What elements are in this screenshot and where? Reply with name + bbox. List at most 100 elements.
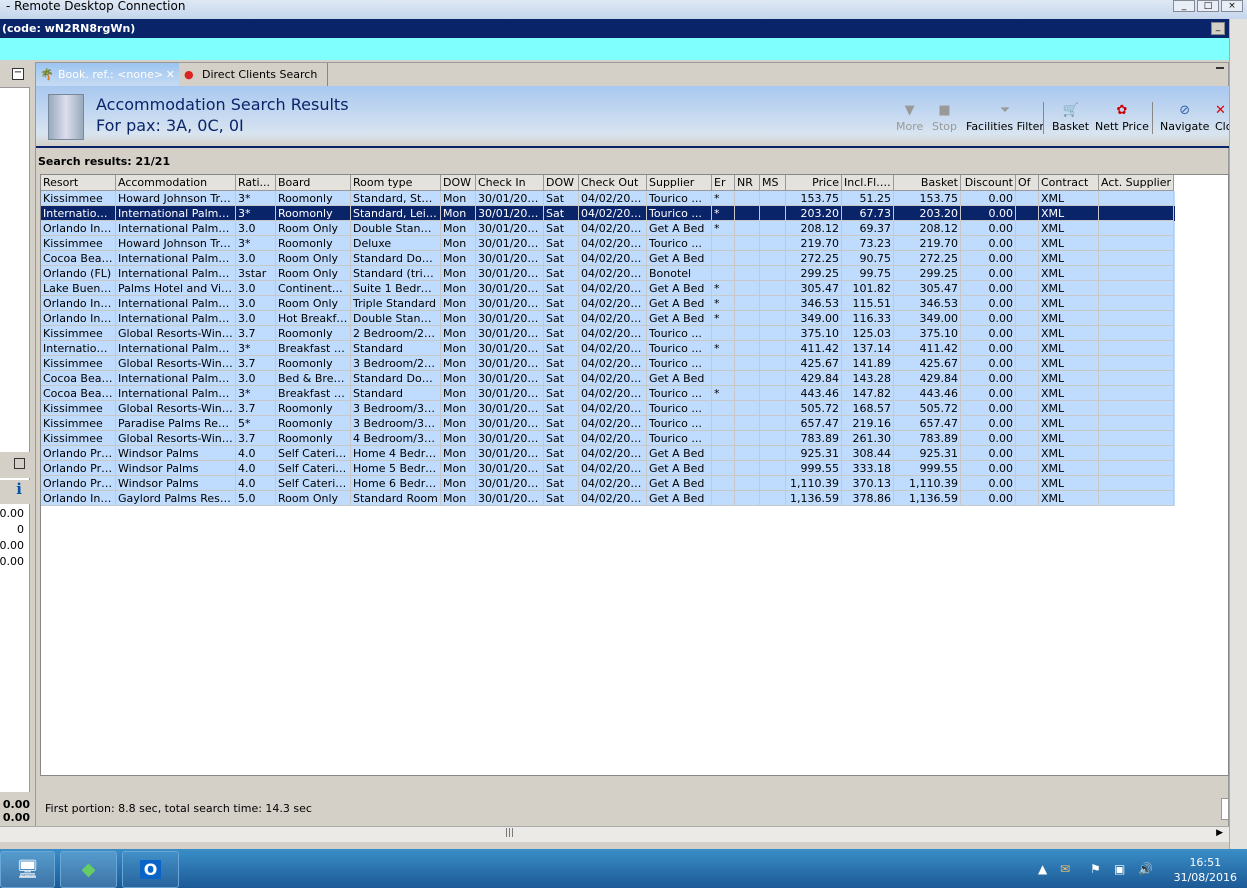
taskbar-app[interactable]: ◆	[60, 851, 117, 888]
table-cell: Cocoa Beac...	[41, 251, 116, 266]
facilities-filter-button[interactable]: ⏷ Facilities Filter	[966, 102, 1044, 133]
column-header[interactable]: NR	[735, 175, 760, 191]
table-cell: Roomonly	[276, 401, 351, 416]
table-cell: 73.23	[842, 236, 894, 251]
show-hidden-icons[interactable]: ▲	[1038, 862, 1047, 876]
table-row[interactable]: Orlando Pri... Windsor Palms 4.0 Self Cater…	[41, 446, 1175, 461]
table-cell: 0.00	[961, 401, 1016, 416]
column-header[interactable]: Rati...	[236, 175, 276, 191]
column-header[interactable]: Check Out	[579, 175, 647, 191]
action-center-flag-icon[interactable]: ⚑	[1090, 862, 1101, 876]
clock[interactable]: 16:51 31/08/2016	[1174, 855, 1237, 885]
table-cell	[1099, 356, 1174, 371]
table-row[interactable]: Orlando Pri... Windsor Palms 4.0 Self Cater…	[41, 476, 1175, 491]
column-header[interactable]: DOW	[441, 175, 476, 191]
maximize-button[interactable]: □	[1197, 0, 1219, 12]
column-header[interactable]: Er	[712, 175, 735, 191]
table-cell: Cocoa Beac...	[41, 386, 116, 401]
cart-icon: 🛒	[1062, 103, 1079, 118]
column-header[interactable]: Basket	[894, 175, 961, 191]
column-header[interactable]: Accommodation	[116, 175, 236, 191]
navigate-button[interactable]: ⊘ Navigate	[1160, 102, 1209, 133]
table-row[interactable]: Kissimmee Global Resorts-Winds... 3.7 Roomo…	[41, 401, 1175, 416]
column-header[interactable]: Discount	[961, 175, 1016, 191]
table-cell: International Palms R...	[116, 311, 236, 326]
mail-icon[interactable]: ✉	[1060, 862, 1070, 876]
column-header[interactable]: Incl.Fl.PP	[842, 175, 894, 191]
table-cell: 0.00	[961, 251, 1016, 266]
table-row[interactable]: Orlando Pri... Windsor Palms 4.0 Self Cater…	[41, 461, 1175, 476]
taskbar-remote-desktop[interactable]: 🖥	[0, 851, 55, 888]
table-cell: 3.0	[236, 251, 276, 266]
volume-icon[interactable]: 🔊	[1138, 862, 1153, 876]
table-row[interactable]: Kissimmee Global Resorts-Winds... 3.7 Roomo…	[41, 356, 1175, 371]
column-header[interactable]: Room type	[351, 175, 441, 191]
outer-vertical-scrollbar[interactable]	[1229, 19, 1247, 849]
table-row[interactable]: Cocoa Beac... International Palms R... 3.0…	[41, 251, 1175, 266]
horizontal-scrollbar[interactable]: ||| ▶	[0, 826, 1229, 842]
table-cell: Kissimmee	[41, 356, 116, 371]
nett-price-button[interactable]: ✿ Nett Price	[1095, 102, 1149, 133]
app-minimize-button[interactable]: _	[1211, 22, 1225, 35]
table-cell	[1099, 491, 1174, 506]
column-header[interactable]: Resort	[41, 175, 116, 191]
taskbar-outlook[interactable]: O	[122, 851, 179, 888]
table-row[interactable]: Kissimmee Howard Johnson Tro... 3* Roomonly…	[41, 191, 1175, 206]
info-icon[interactable]: i	[0, 480, 30, 504]
column-header[interactable]: Check In	[476, 175, 544, 191]
table-row[interactable]: Kissimmee Global Resorts-Winds... 3.7 Roomo…	[41, 326, 1175, 341]
column-header[interactable]: Board	[276, 175, 351, 191]
table-cell: 3.0	[236, 221, 276, 236]
column-header[interactable]: Supplier	[647, 175, 712, 191]
table-row[interactable]: Cocoa Beac... International Palms R... 3* B…	[41, 386, 1175, 401]
view-menu-icon[interactable]	[1216, 67, 1224, 70]
table-cell	[760, 341, 786, 356]
table-row[interactable]: Kissimmee Global Resorts-Winds... 3.7 Roomo…	[41, 431, 1175, 446]
navigate-icon: ⊘	[1179, 103, 1191, 118]
table-cell: 0.00	[961, 191, 1016, 206]
column-header[interactable]: DOW	[544, 175, 579, 191]
close-tab-icon[interactable]: ✕	[166, 63, 175, 87]
table-row[interactable]: Lake Buena... Palms Hotel and Villas 3.0 Co…	[41, 281, 1175, 296]
column-header[interactable]: MS	[760, 175, 786, 191]
table-row[interactable]: Orlando Int... International Palms R... 3.…	[41, 311, 1175, 326]
table-cell: 0.00	[961, 431, 1016, 446]
table-row[interactable]: Orlando Int... International Palms R... 3.…	[41, 296, 1175, 311]
table-cell: 0.00	[961, 221, 1016, 236]
table-row[interactable]: Orlando Int... International Palms R... 3.…	[41, 221, 1175, 236]
table-cell	[735, 221, 760, 236]
table-cell: 0.00	[961, 356, 1016, 371]
network-icon[interactable]: ▣	[1114, 862, 1125, 876]
stop-button[interactable]: ■ Stop	[932, 102, 957, 133]
close-results-button[interactable]: ✕Clo	[1215, 102, 1229, 133]
table-cell: 30/01/2017	[476, 221, 544, 236]
close-button[interactable]: ×	[1221, 0, 1243, 12]
table-row[interactable]: Kissimmee Howard Johnson Tro... 3* Roomonly…	[41, 236, 1175, 251]
table-row[interactable]: Cocoa Beac... International Palms R... 3.0…	[41, 371, 1175, 386]
column-header[interactable]: Act. Supplier	[1099, 175, 1174, 191]
column-header[interactable]: Price	[786, 175, 842, 191]
minimize-button[interactable]: _	[1173, 0, 1195, 12]
table-row[interactable]: Kissimmee Paradise Palms Resort 5* Roomonly…	[41, 416, 1175, 431]
minimize-panel-icon[interactable]: −	[12, 68, 24, 80]
table-cell	[712, 326, 735, 341]
table-header[interactable]: Resort Accommodation Rati... Board Room type…	[41, 175, 1175, 191]
tab-booking[interactable]: 🌴 Book. ref.: <none> ✕	[36, 63, 179, 87]
table-row[interactable]: Orlando (FL) International Palms R... 3sta…	[41, 266, 1175, 281]
table-row[interactable]: Internation... International Palms R... 3*…	[41, 206, 1175, 221]
table-row[interactable]: Orlando Int... Gaylord Palms Resort 5.0 Roo…	[41, 491, 1175, 506]
grid-scrollbar-thumb[interactable]	[1221, 798, 1229, 820]
more-button[interactable]: ▼ More	[896, 102, 923, 133]
table-cell: 30/01/2017	[476, 416, 544, 431]
table-cell: 04/02/2017	[579, 206, 647, 221]
column-header[interactable]: Of	[1016, 175, 1039, 191]
table-cell: 04/02/2017	[579, 491, 647, 506]
table-cell: 0.00	[961, 371, 1016, 386]
tab-direct-clients-search[interactable]: ● Direct Clients Search	[180, 63, 328, 87]
basket-button[interactable]: 🛒 Basket	[1052, 102, 1089, 133]
table-row[interactable]: Internation... International Palms R... 3*…	[41, 341, 1175, 356]
table-cell: 30/01/2017	[476, 296, 544, 311]
maximize-panel-icon[interactable]	[14, 458, 25, 469]
table-cell	[712, 416, 735, 431]
column-header[interactable]: Contract	[1039, 175, 1099, 191]
